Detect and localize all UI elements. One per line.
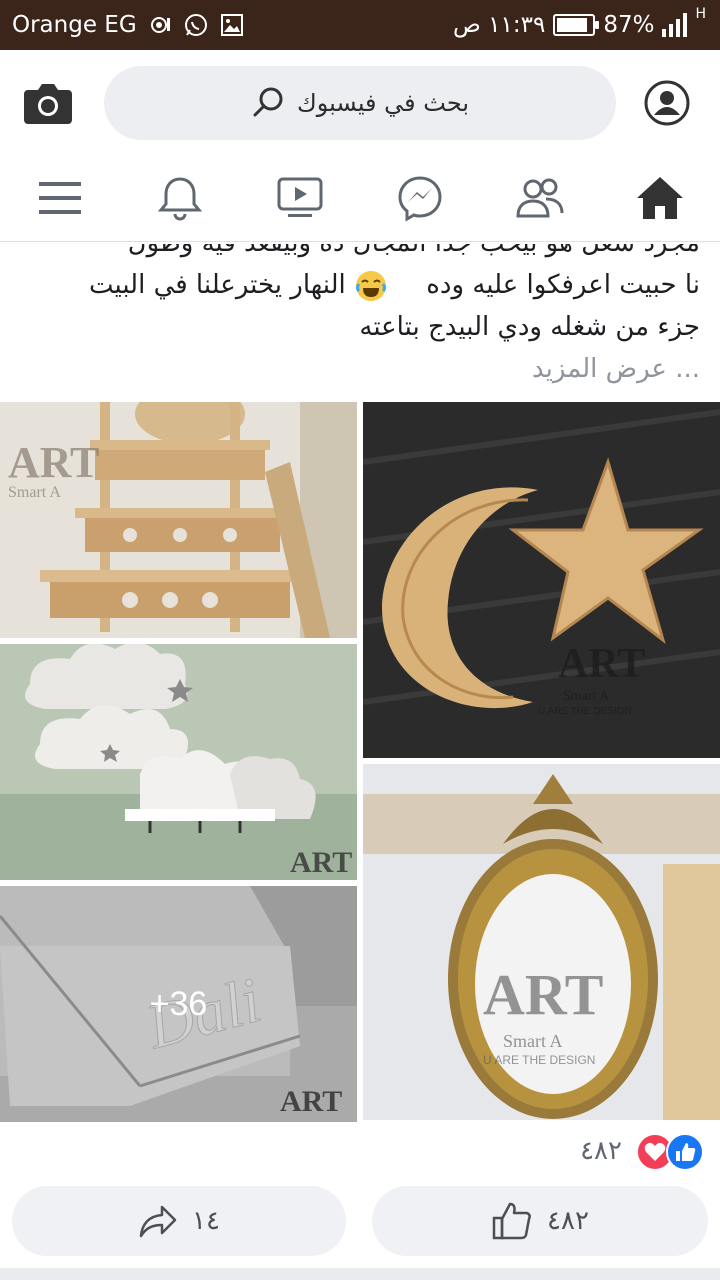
search-icon	[253, 87, 283, 117]
like-button[interactable]: ٤٨٢	[372, 1186, 708, 1256]
signal-icon	[662, 13, 688, 37]
battery-icon	[553, 14, 600, 36]
post-actions: ١٤ ٤٨٢	[0, 1184, 720, 1258]
post-body: مجرد شغل هو بيحب جدا المجال ده وبيقعد في…	[20, 244, 700, 390]
whatsapp-icon	[184, 14, 207, 36]
like-icon	[666, 1133, 704, 1171]
svg-text:Smart A: Smart A	[563, 689, 610, 704]
see-more-link[interactable]: ... عرض المزيد	[20, 348, 700, 390]
post-line: جزء من شغله ودي البيدج بتاعته	[359, 312, 700, 342]
carrier-name: Orange EG	[12, 12, 137, 38]
video-icon[interactable]	[270, 170, 330, 226]
laughing-emoji-icon	[356, 270, 387, 301]
post-line: مجرد شغل هو بيحب جدا المجال ده وبيقعد في…	[20, 244, 700, 264]
reaction-icons	[636, 1133, 704, 1171]
photo-more[interactable]: Dali ART +36	[0, 886, 357, 1122]
groups-icon[interactable]	[510, 170, 570, 226]
post-text: مجرد شغل هو بيحب جدا المجال ده وبيقعد في…	[0, 244, 720, 402]
camera-icon[interactable]	[22, 78, 74, 128]
photo-crescent-star[interactable]: ART Smart A U ARE THE DESIGN	[363, 402, 720, 758]
post-line-segment: نا حبيت اعرفكوا عليه وده	[426, 270, 700, 300]
svg-text:ART: ART	[290, 846, 352, 879]
top-header: بحث في فيسبوك	[0, 50, 720, 156]
svg-text:U ARE THE DESIGN: U ARE THE DESIGN	[483, 1053, 595, 1067]
share-button[interactable]: ١٤	[12, 1186, 346, 1256]
menu-icon[interactable]	[30, 170, 90, 226]
post-line: نا حبيت اعرفكوا عليه وده النهار يخترعلنا…	[20, 264, 700, 306]
reactions-bar[interactable]: ٤٨٢	[0, 1124, 720, 1180]
hotspot-icon	[150, 17, 170, 33]
photo-shelves[interactable]: ART Smart A	[0, 402, 357, 638]
thumbs-up-icon	[492, 1202, 531, 1240]
image-icon	[220, 14, 243, 36]
photo-ornate-mirror[interactable]: ART Smart A U ARE THE DESIGN	[363, 764, 720, 1120]
status-time: ١١:٣٩ ص	[453, 12, 546, 38]
watermark-sub: Smart A	[8, 484, 61, 501]
home-icon[interactable]	[630, 170, 690, 226]
more-photos-overlay[interactable]: +36	[0, 886, 357, 1122]
bell-icon[interactable]	[150, 170, 210, 226]
share-icon	[139, 1205, 177, 1238]
svg-text:ART: ART	[483, 962, 603, 1027]
next-post-divider	[0, 1268, 720, 1280]
search-input[interactable]: بحث في فيسبوك	[104, 66, 616, 140]
battery-percent: 87%	[603, 12, 655, 38]
photo-cloud-shelves[interactable]: ART	[0, 644, 357, 880]
status-bar: Orange EG ١١:٣٩ ص 87% H	[0, 0, 720, 50]
like-count: ٤٨٢	[547, 1206, 589, 1236]
battery-level	[557, 18, 588, 32]
profile-icon[interactable]	[642, 78, 692, 128]
svg-text:ART: ART	[558, 641, 645, 687]
svg-text:U ARE THE DESIGN: U ARE THE DESIGN	[538, 706, 632, 717]
search-placeholder: بحث في فيسبوك	[296, 89, 470, 117]
more-photos-count: +36	[149, 984, 208, 1023]
messenger-icon[interactable]	[390, 170, 450, 226]
reaction-count: ٤٨٢	[580, 1136, 622, 1166]
status-right: ١١:٣٩ ص 87% H	[453, 0, 706, 50]
share-count: ١٤	[192, 1206, 220, 1236]
post-line-segment: النهار يخترعلنا في البيت	[88, 270, 346, 300]
svg-text:Smart A: Smart A	[503, 1031, 563, 1051]
main-nav	[0, 156, 720, 242]
watermark-logo: ART	[8, 438, 99, 487]
status-left: Orange EG	[12, 0, 245, 50]
network-type: H	[695, 6, 706, 22]
